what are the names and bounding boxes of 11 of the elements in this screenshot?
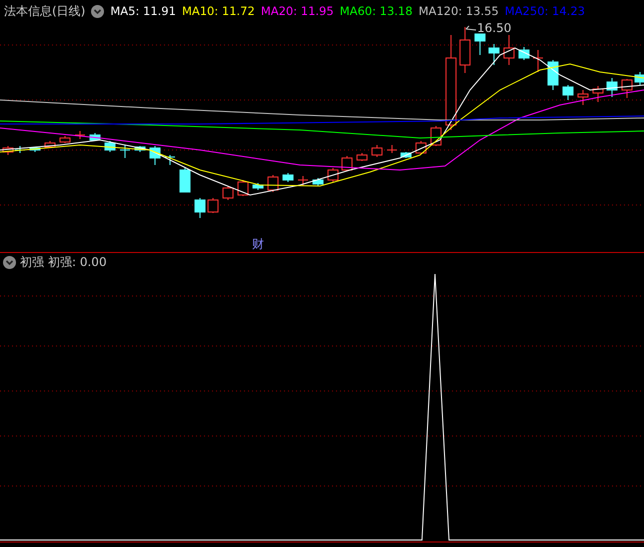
indicator-reading: 初强: 0.00 (48, 254, 107, 270)
high-price-label: 16.50 (477, 22, 512, 35)
ma-legend: MA250: 14.23 (504, 4, 585, 18)
indicator-name: 初强 (20, 254, 44, 270)
ma-legend: MA5: 11.91 (110, 4, 176, 18)
ma-legend: MA10: 11.72 (182, 4, 255, 18)
ma-legend: MA120: 13.55 (418, 4, 499, 18)
ma-legend: MA20: 11.95 (260, 4, 334, 18)
event-marker: 财 (252, 237, 264, 251)
ma-legend: MA60: 13.18 (340, 4, 413, 18)
chart-title: 法本信息(日线) (4, 2, 86, 20)
